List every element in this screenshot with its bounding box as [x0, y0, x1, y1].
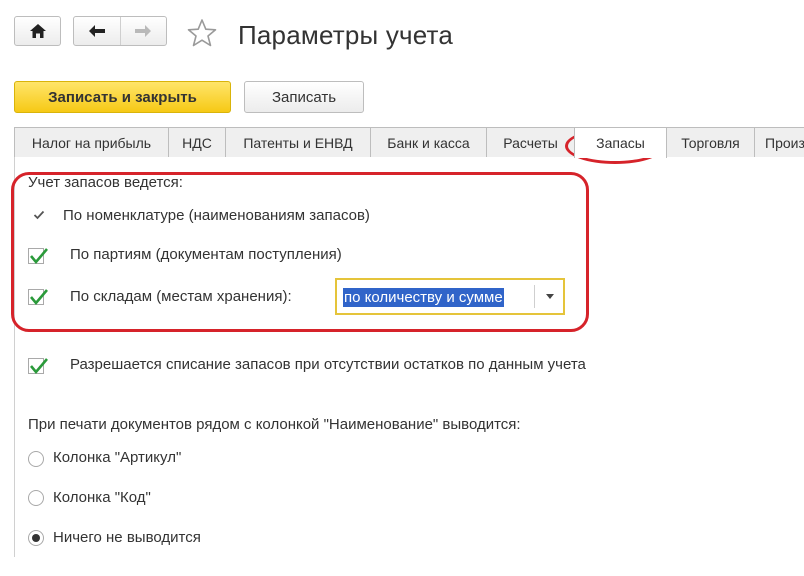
allow-writeoff-checkbox[interactable]: [28, 358, 48, 375]
tab-income-tax[interactable]: Налог на прибыль: [14, 127, 169, 157]
radio-code[interactable]: [28, 490, 44, 506]
check-icon: [30, 358, 48, 375]
tab-bank-cash[interactable]: Банк и касса: [370, 127, 487, 157]
arrow-right-icon: [135, 25, 152, 37]
radio-nothing[interactable]: [28, 530, 44, 546]
tab-vat[interactable]: НДС: [168, 127, 226, 157]
history-nav: [73, 16, 167, 46]
back-button[interactable]: [74, 17, 120, 45]
arrow-left-icon: [88, 25, 105, 37]
radio-nothing-label[interactable]: Ничего не выводится: [53, 529, 201, 546]
radio-code-label[interactable]: Колонка "Код": [53, 489, 151, 506]
allow-writeoff-label[interactable]: Разрешается списание запасов при отсутст…: [70, 356, 586, 373]
radio-article-label[interactable]: Колонка "Артикул": [53, 449, 181, 466]
tab-production[interactable]: Произ: [754, 127, 804, 157]
save-button[interactable]: Записать: [244, 81, 364, 113]
tab-settlements[interactable]: Расчеты: [486, 127, 575, 157]
favorite-star-icon[interactable]: [186, 18, 218, 48]
print-options-label: При печати документов рядом с колонкой "…: [28, 416, 521, 433]
save-and-close-button[interactable]: Записать и закрыть: [14, 81, 231, 113]
radio-article[interactable]: [28, 451, 44, 467]
highlight-frame: [11, 172, 589, 332]
tab-inventory[interactable]: Запасы: [574, 127, 667, 158]
home-icon: [29, 24, 46, 38]
page-title: Параметры учета: [238, 20, 454, 50]
home-button[interactable]: [14, 16, 61, 46]
tab-bar: Налог на прибыль НДС Патенты и ЕНВД Банк…: [14, 127, 804, 158]
forward-button[interactable]: [119, 17, 167, 45]
tab-trade[interactable]: Торговля: [666, 127, 755, 157]
tab-patents[interactable]: Патенты и ЕНВД: [225, 127, 371, 157]
radio-selected-dot: [32, 534, 40, 542]
